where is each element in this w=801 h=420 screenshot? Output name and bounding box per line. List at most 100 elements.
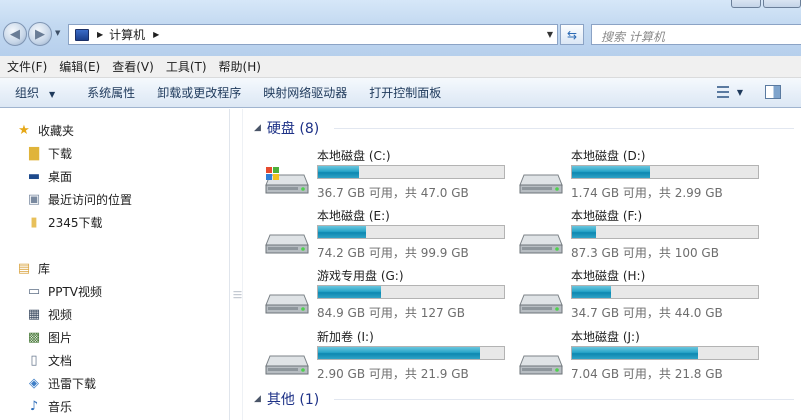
system-drive-icon [264, 167, 310, 197]
chevron-down-icon: ▼ [49, 90, 56, 99]
address-field[interactable]: ▶ 计算机 ▶ ▼ [68, 24, 558, 45]
hard-drive-icon [264, 348, 310, 378]
recent-pages-dropdown[interactable]: ▼ [55, 29, 60, 37]
refresh-icon: ⇆ [566, 27, 578, 42]
sidebar-label: 桌面 [48, 169, 73, 184]
drive-usage-bar [571, 285, 759, 299]
view-controls: ▼ [715, 84, 801, 100]
search-input[interactable]: 搜索 计算机 [591, 24, 801, 45]
menu-tools[interactable]: 工具(T) [160, 58, 213, 75]
breadcrumb-computer[interactable]: 计算机 [109, 26, 145, 43]
drive-usage-bar [317, 285, 505, 299]
menu-file[interactable]: 文件(F) [0, 58, 53, 75]
sidebar-item-documents[interactable]: ▯ 文档 [26, 350, 72, 370]
video-library-icon: ▭ [27, 283, 41, 299]
drive-space-info: 84.9 GB 可用，共 127 GB [317, 306, 465, 320]
collapse-triangle-icon: ◢ [254, 394, 261, 404]
document-icon: ▯ [30, 352, 38, 368]
drive-tile[interactable]: 本地磁盘 (F:) 87.3 GB 可用，共 100 GB [518, 207, 768, 267]
sidebar-item-pictures[interactable]: ▩ 图片 [26, 327, 72, 347]
pane-splitter[interactable]: — — — [229, 109, 243, 420]
splitter-grip-icon: — — — [233, 287, 242, 303]
group-divider [334, 399, 794, 400]
star-icon: ★ [18, 122, 30, 138]
preview-pane-icon[interactable] [765, 85, 781, 99]
sidebar-label: 视频 [48, 307, 73, 322]
picture-icon: ▩ [27, 329, 41, 345]
view-dropdown-icon[interactable]: ▼ [737, 88, 743, 97]
sidebar-label: 音乐 [48, 399, 73, 414]
sidebar-label: 2345下载 [48, 215, 103, 230]
computer-icon [75, 28, 89, 41]
sidebar-item-recent[interactable]: ▣ 最近访问的位置 [26, 189, 132, 209]
drive-tile[interactable]: 本地磁盘 (E:) 74.2 GB 可用，共 99.9 GB [264, 207, 514, 267]
back-button[interactable]: ◀ [3, 22, 27, 46]
menu-view[interactable]: 查看(V) [106, 58, 160, 75]
map-drive-button[interactable]: 映射网络驱动器 [257, 84, 353, 101]
drive-name: 本地磁盘 (E:) [317, 209, 390, 223]
chevron-right-icon[interactable]: ▶ [97, 30, 103, 39]
drive-usage-fill [572, 226, 597, 238]
sidebar-item-favorites[interactable]: ★ 收藏夹 [16, 120, 74, 140]
sidebar-item-pptv[interactable]: ▭ PPTV视频 [26, 281, 102, 301]
sidebar-item-2345-download[interactable]: ▮ 2345下载 [26, 212, 103, 232]
sidebar-item-thunder[interactable]: ◈ 迅雷下载 [26, 373, 96, 393]
drive-name: 本地磁盘 (D:) [571, 149, 646, 163]
uninstall-button[interactable]: 卸载或更改程序 [151, 84, 247, 101]
drive-usage-fill [572, 347, 699, 359]
drive-tile[interactable]: 本地磁盘 (J:) 7.04 GB 可用，共 21.8 GB [518, 328, 768, 388]
search-placeholder: 搜索 计算机 [601, 30, 665, 44]
sidebar-item-videos[interactable]: ▦ 视频 [26, 304, 72, 324]
group-title: 其他 (1) [266, 392, 320, 408]
thunder-download-icon: ◈ [29, 375, 39, 391]
sidebar-item-desktop[interactable]: ▬ 桌面 [26, 166, 72, 186]
drive-space-info: 1.74 GB 可用，共 2.99 GB [571, 186, 723, 200]
sidebar-label: 图片 [48, 330, 73, 345]
desktop-icon: ▬ [27, 168, 41, 184]
drive-usage-bar [317, 225, 505, 239]
content-pane: ◢ 硬盘 (8) 本地磁盘 (C:) 36.7 GB 可用，共 47.0 GB 本… [244, 109, 801, 420]
group-header-hard-disks[interactable]: ◢ 硬盘 (8) [254, 118, 794, 138]
drive-tile[interactable]: 游戏专用盘 (G:) 84.9 GB 可用，共 127 GB [264, 267, 514, 327]
restore-button[interactable] [731, 0, 761, 8]
drive-usage-bar [571, 165, 759, 179]
drive-usage-bar [571, 225, 759, 239]
group-header-other[interactable]: ◢ 其他 (1) [254, 389, 794, 409]
download-folder-icon: ▇ [29, 145, 39, 161]
menu-edit[interactable]: 编辑(E) [53, 58, 106, 75]
hard-drive-icon [518, 167, 564, 197]
navigation-pane: ★ 收藏夹 ▇ 下载 ▬ 桌面 ▣ 最近访问的位置 ▮ 2345下载 ▤ 库 ▭… [0, 109, 229, 420]
close-button[interactable] [763, 0, 801, 8]
hard-drive-icon [264, 287, 310, 317]
drive-tile[interactable]: 新加卷 (I:) 2.90 GB 可用，共 21.9 GB [264, 328, 514, 388]
refresh-button[interactable]: ⇆ [560, 24, 584, 45]
control-panel-button[interactable]: 打开控制面板 [363, 84, 447, 101]
drive-usage-fill [572, 286, 612, 298]
menu-bar: 文件(F) 编辑(E) 查看(V) 工具(T) 帮助(H) [0, 56, 801, 78]
organize-label: 组织 [15, 86, 40, 100]
sidebar-item-downloads[interactable]: ▇ 下载 [26, 143, 72, 163]
system-properties-button[interactable]: 系统属性 [81, 84, 141, 101]
menu-help[interactable]: 帮助(H) [213, 58, 267, 75]
hard-drive-icon [518, 348, 564, 378]
sidebar-label: 库 [38, 261, 51, 276]
sidebar-label: PPTV视频 [48, 284, 103, 299]
address-dropdown-icon[interactable]: ▼ [547, 30, 553, 39]
organize-button[interactable]: 组织 ▼ [9, 84, 61, 101]
drive-tile[interactable]: 本地磁盘 (D:) 1.74 GB 可用，共 2.99 GB [518, 147, 768, 207]
group-divider [334, 128, 794, 129]
drive-space-info: 36.7 GB 可用，共 47.0 GB [317, 186, 469, 200]
drive-name: 本地磁盘 (C:) [317, 149, 391, 163]
sidebar-item-music[interactable]: ♪ 音乐 [26, 396, 72, 416]
drive-usage-fill [318, 166, 359, 178]
drive-tile[interactable]: 本地磁盘 (H:) 34.7 GB 可用，共 44.0 GB [518, 267, 768, 327]
sidebar-item-libraries[interactable]: ▤ 库 [16, 258, 50, 278]
change-view-icon[interactable] [715, 84, 731, 100]
drive-tile[interactable]: 本地磁盘 (C:) 36.7 GB 可用，共 47.0 GB [264, 147, 514, 207]
drive-usage-fill [318, 286, 382, 298]
chevron-right-icon[interactable]: ▶ [153, 30, 159, 39]
drive-name: 本地磁盘 (F:) [571, 209, 643, 223]
forward-button[interactable]: ▶ [28, 22, 52, 46]
collapse-triangle-icon: ◢ [254, 123, 261, 133]
drive-name: 本地磁盘 (H:) [571, 269, 646, 283]
